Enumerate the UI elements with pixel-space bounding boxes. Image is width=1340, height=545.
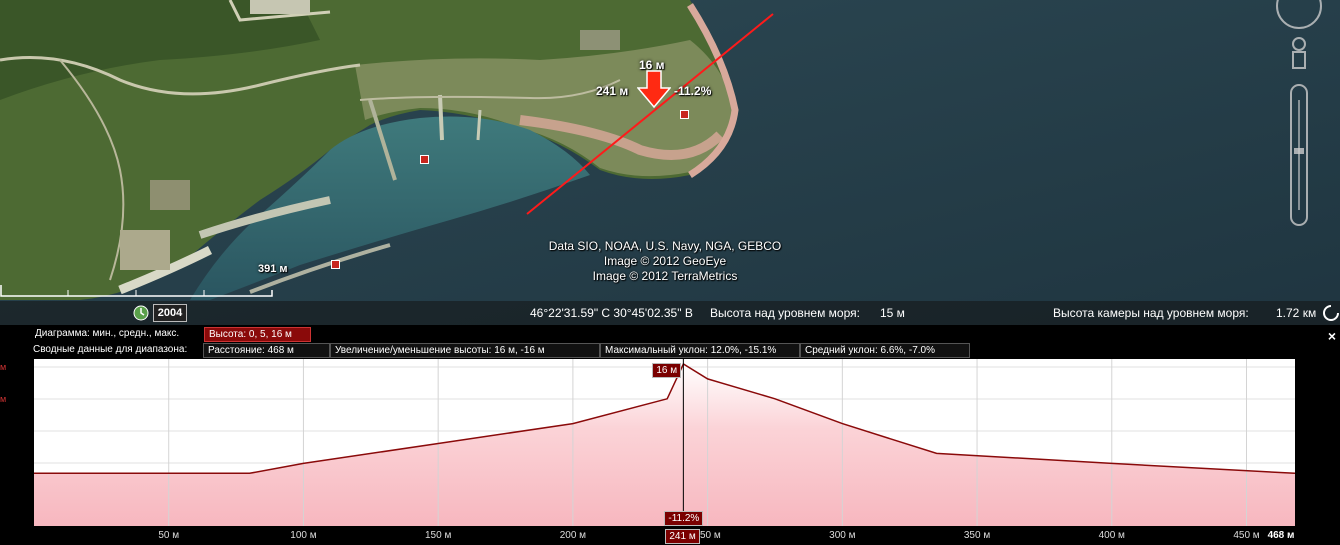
x-tick-label: 400 м xyxy=(1098,530,1125,541)
cursor-distance-label: 241 м xyxy=(596,84,629,98)
position-arrow-icon xyxy=(637,70,671,108)
scale-bar-label: 391 м xyxy=(258,263,288,275)
max-slope-cell: Максимальный уклон: 12.0%, -15.1% xyxy=(600,343,800,358)
x-tick-label: 100 м xyxy=(290,530,317,541)
diagram-label: Диаграмма: мин., средн., макс. xyxy=(35,328,180,339)
y-axis-unit-label: м xyxy=(0,362,7,372)
elevation-chart-svg[interactable] xyxy=(34,359,1296,526)
avg-slope-cell: Средний уклон: 6.6%, -7.0% xyxy=(800,343,970,358)
cursor-coordinates: 46°22'31.59" С 30°45'02.35" В xyxy=(530,306,693,320)
attribution-line: Image © 2012 GeoEye xyxy=(603,254,727,268)
camera-altitude-label: Высота камеры над уровнем моря: xyxy=(1053,306,1249,320)
cursor-slope-label: -11.2% xyxy=(674,84,712,98)
y-axis-unit-label: м xyxy=(0,394,7,404)
cursor-slope-tag: -11.2% xyxy=(664,511,704,526)
x-tick-label: 300 м xyxy=(829,530,856,541)
compass-ring-icon xyxy=(1276,0,1322,29)
elevation-value: 15 м xyxy=(880,306,905,320)
summary-row: Сводные данные для диапазона: Расстояние… xyxy=(0,343,970,358)
close-profile-button[interactable]: × xyxy=(1328,328,1336,344)
scale-bar xyxy=(0,285,273,297)
google-earth-window: 16 м 241 м -11.2% Data SIO, NOAA, U.S. N… xyxy=(0,0,1340,545)
attribution-line: Image © 2012 TerraMetrics xyxy=(592,269,738,283)
elevation-chart[interactable] xyxy=(34,359,1296,526)
historical-imagery-clock-icon[interactable] xyxy=(133,305,149,321)
status-bar: 2004 46°22'31.59" С 30°45'02.35" В Высот… xyxy=(0,301,1340,325)
distance-cell: Расстояние: 468 м xyxy=(203,343,330,358)
cursor-distance-tag: 241 м xyxy=(665,529,700,544)
elevation-area xyxy=(34,364,1295,526)
navigation-controls[interactable] xyxy=(1276,0,1322,230)
gain-loss-cell: Увеличение/уменьшение высоты: 16 м, -16 … xyxy=(330,343,600,358)
placemark-icon[interactable] xyxy=(331,260,340,269)
diagram-value-cell[interactable]: Высота: 0, 5, 16 м xyxy=(204,327,311,342)
elevation-profile-panel: × Диаграмма: мин., средн., макс. Высота:… xyxy=(0,325,1340,545)
summary-label: Сводные данные для диапазона: xyxy=(33,344,188,355)
x-tick-label: 468 м xyxy=(1267,530,1295,541)
x-tick-label: 50 м xyxy=(158,530,180,541)
elevation-label: Высота над уровнем моря: xyxy=(710,306,860,320)
satellite-map[interactable]: 16 м 241 м -11.2% Data SIO, NOAA, U.S. N… xyxy=(0,0,1340,325)
x-tick-label: 450 м xyxy=(1233,530,1260,541)
loading-spinner-icon xyxy=(1323,305,1339,321)
imagery-date-badge[interactable]: 2004 xyxy=(153,304,187,322)
x-tick-label: 200 м xyxy=(559,530,587,541)
cursor-elevation-tag: 16 м xyxy=(652,363,682,378)
diagram-row: Диаграмма: мин., средн., макс. Высота: 0… xyxy=(0,327,320,342)
x-tick-label: 350 м xyxy=(963,530,991,541)
attribution-line: Data SIO, NOAA, U.S. Navy, NGA, GEBCO xyxy=(548,239,782,253)
camera-altitude-value: 1.72 км xyxy=(1276,306,1317,320)
x-tick-label: 150 м xyxy=(424,530,452,541)
placemark-icon[interactable] xyxy=(420,155,429,164)
street-view-icon xyxy=(1292,51,1306,69)
placemark-icon[interactable] xyxy=(680,110,689,119)
